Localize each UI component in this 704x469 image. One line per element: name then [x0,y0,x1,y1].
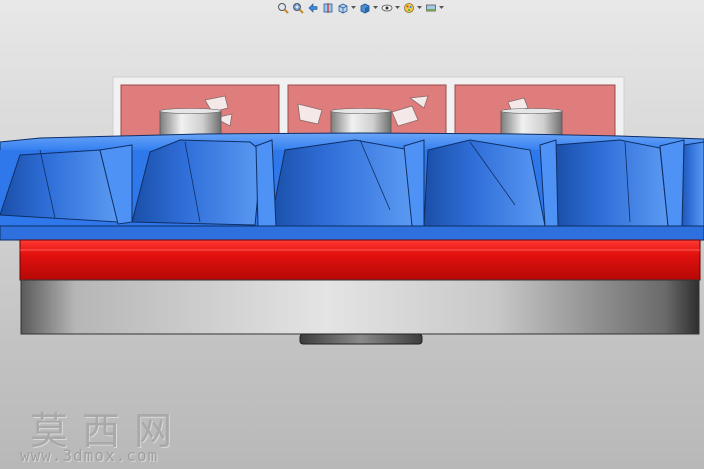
blue-fin-2 [255,139,277,227]
blue-pocket-4 [423,139,546,227]
studs [159,108,563,136]
blue-pocket-3 [269,139,413,227]
stud-right [500,110,563,136]
stud-center-top [330,108,392,114]
bottom-foot [299,333,423,345]
stud-left-top [159,108,222,114]
blue-body-bottom-lip [0,225,704,241]
grey-ring [20,279,700,335]
stud-right-top [500,108,563,114]
blue-pocket-1 [0,149,119,223]
stud-center [330,110,392,136]
blue-pocket-2 [131,139,263,226]
blue-pocket-5 [554,139,669,227]
graphics-viewport[interactable] [0,0,704,469]
red-band [19,239,701,281]
watermark-logo: 莫西网 [30,409,187,453]
blue-finned-body [0,132,704,241]
watermark-url: www.3dmox.com [20,446,159,465]
stud-left [159,110,222,136]
